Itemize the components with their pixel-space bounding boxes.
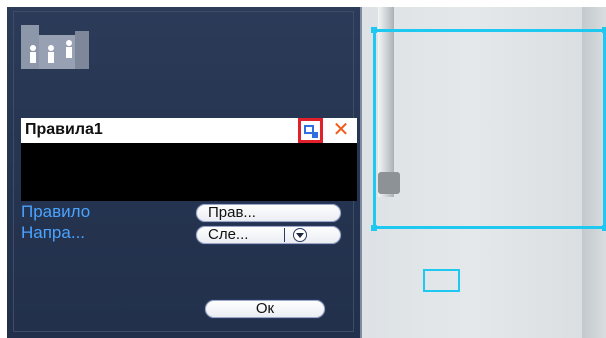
rule-button[interactable]: Прав... — [195, 203, 342, 223]
zone-handle[interactable] — [602, 225, 606, 231]
min-size-zone[interactable] — [423, 269, 460, 292]
delete-icon[interactable]: ✕ — [330, 119, 352, 141]
zone-handle[interactable] — [371, 27, 377, 33]
zone-handle[interactable] — [602, 27, 606, 33]
zone-handle[interactable] — [371, 225, 377, 231]
rule-config-panel: Правила1 ✕ Правило Прав... Напра... Сле.… — [7, 7, 362, 338]
direction-label: Напра... — [21, 223, 86, 242]
edit-icon[interactable] — [298, 118, 323, 143]
ok-button[interactable]: Ок — [204, 299, 326, 319]
camera-preview — [364, 7, 606, 338]
direction-value: Сле... — [208, 226, 249, 243]
rule-name: Правила1 — [25, 121, 103, 138]
list-item[interactable]: Правила1 ✕ — [21, 118, 357, 143]
detection-zone[interactable] — [371, 27, 606, 231]
select-divider — [284, 228, 285, 242]
rule-button-label: Прав... — [208, 204, 256, 221]
people-icon — [21, 21, 91, 71]
direction-select[interactable]: Сле... — [195, 225, 342, 245]
rule-label: Правило — [21, 202, 91, 221]
ivs-screen: Правила1 ✕ Правило Прав... Напра... Сле.… — [7, 7, 606, 338]
rule-list: Правила1 ✕ — [21, 118, 357, 201]
chevron-down-icon[interactable] — [293, 228, 307, 242]
